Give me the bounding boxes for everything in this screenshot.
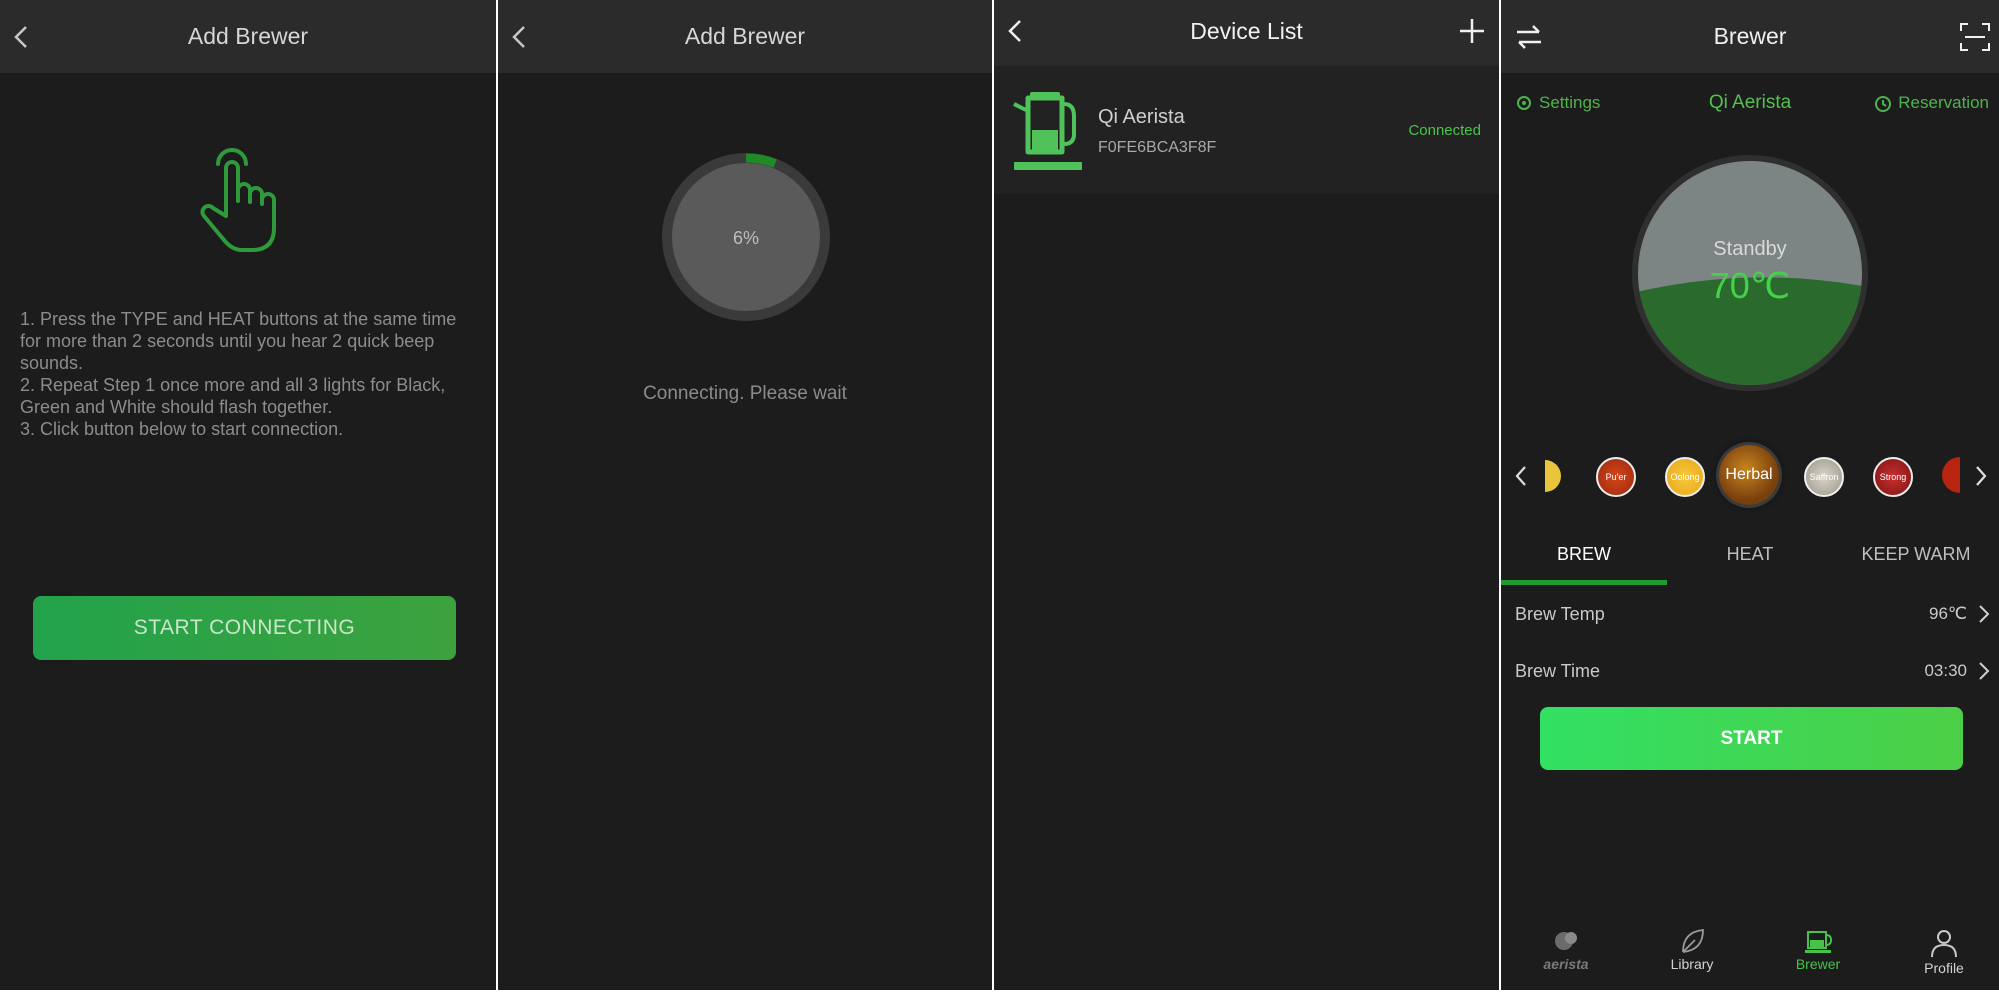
clock-icon (1875, 96, 1892, 112)
instruction-step-2: 2. Repeat Step 1 once more and all 3 lig… (20, 375, 446, 417)
tea-option[interactable] (1942, 457, 1960, 493)
nav-label: aerista (1543, 956, 1589, 972)
instructions: 1. Press the TYPE and HEAT buttons at th… (20, 308, 470, 440)
add-brewer-instructions-screen: Add Brewer 1. Press the TYPE and HEAT bu… (0, 0, 496, 990)
nav-label: Library (1670, 956, 1714, 972)
device-list-item[interactable]: Qi Aerista F0FE6BCA3F8F Connected (994, 66, 1499, 194)
leaf-icon (1682, 929, 1704, 953)
chevron-right-icon[interactable] (1971, 463, 1991, 489)
scan-icon[interactable] (1959, 20, 1991, 54)
tab-brew[interactable]: BREW (1501, 544, 1667, 565)
tea-option[interactable] (1545, 460, 1561, 492)
page-title: Brewer (1713, 23, 1787, 49)
page-title: Device List (1190, 18, 1303, 44)
page-title: Add Brewer (187, 23, 309, 49)
instruction-step-1: 1. Press the TYPE and HEAT buttons at th… (20, 309, 457, 373)
tea-option-selected[interactable]: Herbal (1719, 445, 1779, 505)
instruction-step-3: 3. Click button below to start connectio… (20, 419, 344, 439)
mode-tabs: BREW HEAT KEEP WARM (1501, 535, 1999, 585)
nav-label: Profile (1924, 960, 1964, 976)
device-status: Connected (1408, 122, 1481, 139)
brew-temp-value: 96℃ (1928, 604, 1967, 623)
connecting-status: Connecting. Please wait (643, 383, 847, 404)
top-bar: Add Brewer (0, 0, 496, 73)
brew-time-label: Brew Time (1515, 661, 1601, 681)
nav-profile[interactable]: Profile (1889, 928, 1999, 976)
brewer-screen: Brewer Settings Qi Aerista Reservation S… (1501, 0, 1999, 990)
nav-aerista[interactable]: aerista (1511, 928, 1621, 972)
start-connecting-button[interactable]: START CONNECTING (33, 596, 456, 660)
reservation-label: Reservation (1898, 93, 1989, 112)
device-name: Qi Aerista (1098, 106, 1185, 128)
chevron-right-icon (1979, 605, 1990, 623)
brew-temp-row[interactable]: Brew Temp 96℃ (1501, 590, 1999, 640)
brewer-icon (1805, 931, 1833, 953)
brew-temp-label: Brew Temp (1515, 604, 1605, 624)
aerista-icon (1555, 932, 1577, 950)
device-list-screen: Device List Qi Aerista F0FE6BCA3F8F Conn… (994, 0, 1499, 990)
chevron-left-icon[interactable] (1511, 463, 1531, 489)
chevron-right-icon (1979, 662, 1990, 680)
tea-option[interactable]: Oolong (1665, 457, 1705, 497)
brew-time-value: 03:30 (1924, 661, 1967, 680)
nav-library[interactable]: Library (1637, 928, 1747, 972)
brew-time-row[interactable]: Brew Time 03:30 (1501, 647, 1999, 697)
active-tab-indicator (1501, 580, 1667, 585)
nav-brewer[interactable]: Brewer (1763, 928, 1873, 972)
bottom-navigation: aerista Library Brewer Profile (1501, 922, 1999, 990)
tea-option[interactable]: Saffron (1804, 457, 1844, 497)
connecting-screen: Add Brewer 6% Connecting. Please wait (498, 0, 992, 990)
tea-option[interactable]: Pu'er (1596, 457, 1636, 497)
top-bar: Add Brewer (498, 0, 992, 73)
person-icon (1931, 930, 1957, 958)
page-title: Add Brewer (684, 23, 806, 49)
device-bar: Settings Qi Aerista Reservation (1501, 90, 1999, 118)
tap-hand-icon (200, 148, 276, 252)
progress-percentage: 6% (732, 228, 759, 248)
brewer-state: Standby (1713, 238, 1787, 260)
top-bar: Brewer (1501, 0, 1999, 73)
brewer-temperature: 70℃ (1709, 265, 1791, 306)
reservation-link[interactable]: Reservation (1874, 93, 1989, 113)
tab-heat[interactable]: HEAT (1667, 544, 1833, 565)
start-button[interactable]: START (1540, 707, 1963, 770)
top-bar: Device List (994, 0, 1499, 66)
device-mac: F0FE6BCA3F8F (1098, 139, 1217, 156)
nav-label: Brewer (1795, 956, 1841, 972)
plus-icon[interactable] (1457, 14, 1487, 48)
tea-carousel: Pu'er Oolong Herbal Saffron Strong (1501, 438, 1999, 514)
tea-option[interactable]: Strong (1873, 457, 1913, 497)
kettle-icon (1013, 92, 1082, 170)
tab-keep-warm[interactable]: KEEP WARM (1833, 544, 1999, 565)
